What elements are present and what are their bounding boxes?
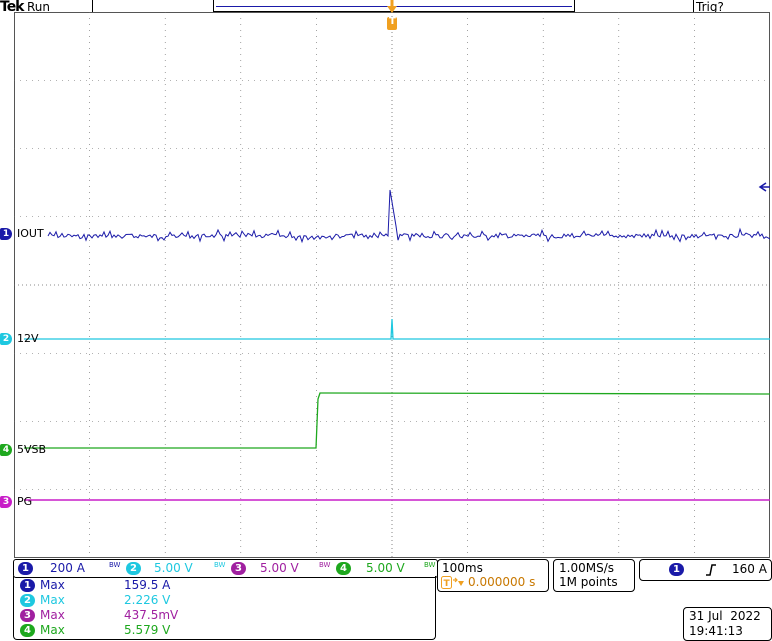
ch2-scale-badge[interactable]: 2 [126, 562, 141, 575]
ch2-scale[interactable]: 5.00 V [154, 561, 193, 575]
meas2-value: 2.226 V [124, 593, 171, 607]
meas1-value: 159.5 A [124, 578, 171, 592]
ch4-marker-badge: 4 [0, 444, 12, 456]
ch3-marker-badge: 3 [0, 496, 12, 508]
ch1-scale[interactable]: 200 A [50, 561, 85, 575]
trigger-marker-letter: T [389, 16, 396, 27]
record-length: 1M points [559, 575, 618, 589]
ch2-label: 12V [17, 332, 39, 345]
ch3-label: PG [17, 495, 33, 508]
ch4-label: 5VSB [17, 443, 47, 456]
trigger-offset-icon: T [441, 576, 464, 589]
timebase-scale: 100ms [442, 561, 483, 575]
ch1-scale-badge[interactable]: 1 [18, 562, 33, 575]
trigger-source-badge: 1 [669, 563, 684, 576]
ch3-bw-limit-icon: BW [319, 561, 331, 569]
ch4-scale[interactable]: 5.00 V [366, 561, 405, 575]
time: 19:41:13 [689, 624, 743, 638]
date-time: 31 Jul 2022 19:41:13 [683, 607, 772, 641]
trigger-settings[interactable]: 1 160 A [639, 559, 772, 581]
trigger-position-value: 0.000000 s [468, 575, 536, 589]
meas2-badge: 2 [20, 594, 35, 607]
measurements-panel: 1 Max 159.5 A 2 Max 2.226 V 3 Max 437.5m… [13, 576, 436, 640]
ch1-marker-badge: 1 [0, 228, 12, 240]
sample-rate: 1.00MS/s [559, 561, 614, 575]
acquisition-info[interactable]: 1.00MS/s 1M points [553, 559, 635, 592]
rising-edge-icon [706, 564, 716, 576]
ch4-scale-badge[interactable]: 4 [336, 562, 351, 575]
ch3-scale-badge[interactable]: 3 [231, 562, 246, 575]
horizontal-timebase[interactable]: 100ms T 0.000000 s [437, 559, 549, 592]
svg-text:T: T [444, 579, 451, 589]
meas4-type: Max [40, 623, 65, 637]
trigger-level: 160 A [732, 562, 767, 576]
trigger-position-marker[interactable]: T [386, 0, 398, 30]
ch2-marker-badge: 2 [0, 333, 12, 345]
ch4-bw-limit-icon: BW [424, 561, 436, 569]
ch1-bw-limit-icon: BW [109, 561, 121, 569]
ch2-bw-limit-icon: BW [214, 561, 226, 569]
meas2-type: Max [40, 593, 65, 607]
meas3-value: 437.5mV [124, 608, 179, 622]
meas4-badge: 4 [20, 624, 35, 637]
meas3-badge: 3 [20, 609, 35, 622]
meas4-value: 5.579 V [124, 623, 171, 637]
meas3-type: Max [40, 608, 65, 622]
ch3-scale[interactable]: 5.00 V [260, 561, 299, 575]
date: 31 Jul 2022 [689, 609, 761, 623]
waveform-display[interactable] [14, 12, 770, 558]
meas1-badge: 1 [20, 579, 35, 592]
meas1-type: Max [40, 578, 65, 592]
trigger-position-badge: T [441, 576, 465, 592]
ch1-label: IOUT [17, 227, 44, 240]
